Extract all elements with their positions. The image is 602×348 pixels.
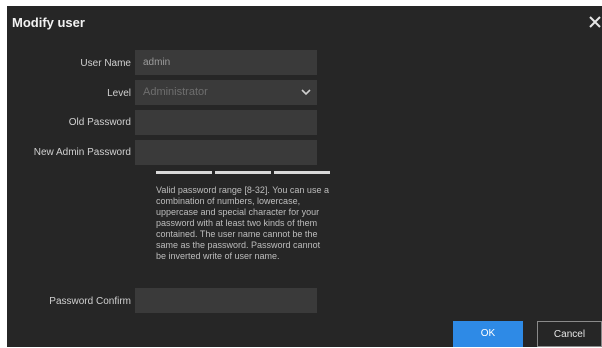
- dialog-title: Modify user: [12, 15, 85, 30]
- password-strength-bar-medium: [215, 171, 271, 174]
- level-select[interactable]: Administrator: [135, 80, 317, 105]
- level-value: Administrator: [143, 86, 208, 98]
- user-name-field[interactable]: admin: [135, 50, 317, 75]
- modify-user-dialog: Modify user User Name admin Level Admini…: [7, 6, 602, 347]
- new-password-label: New Admin Password: [33, 147, 131, 158]
- old-password-field[interactable]: [135, 110, 317, 135]
- old-password-label: Old Password: [68, 117, 131, 128]
- user-name-value: admin: [143, 57, 171, 68]
- password-strength-bar-strong: [274, 171, 330, 174]
- level-label: Level: [107, 88, 131, 99]
- password-confirm-field[interactable]: [135, 288, 317, 313]
- chevron-down-icon: [301, 89, 311, 96]
- password-hint: Valid password range [8-32]. You can use…: [156, 185, 329, 261]
- ok-button[interactable]: OK: [453, 321, 523, 347]
- password-confirm-label: Password Confirm: [49, 296, 131, 307]
- user-name-label: User Name: [80, 58, 131, 69]
- cancel-button[interactable]: Cancel: [537, 321, 602, 347]
- new-password-field[interactable]: [135, 140, 317, 165]
- close-icon[interactable]: [588, 15, 602, 29]
- password-strength-bar-weak: [156, 171, 212, 174]
